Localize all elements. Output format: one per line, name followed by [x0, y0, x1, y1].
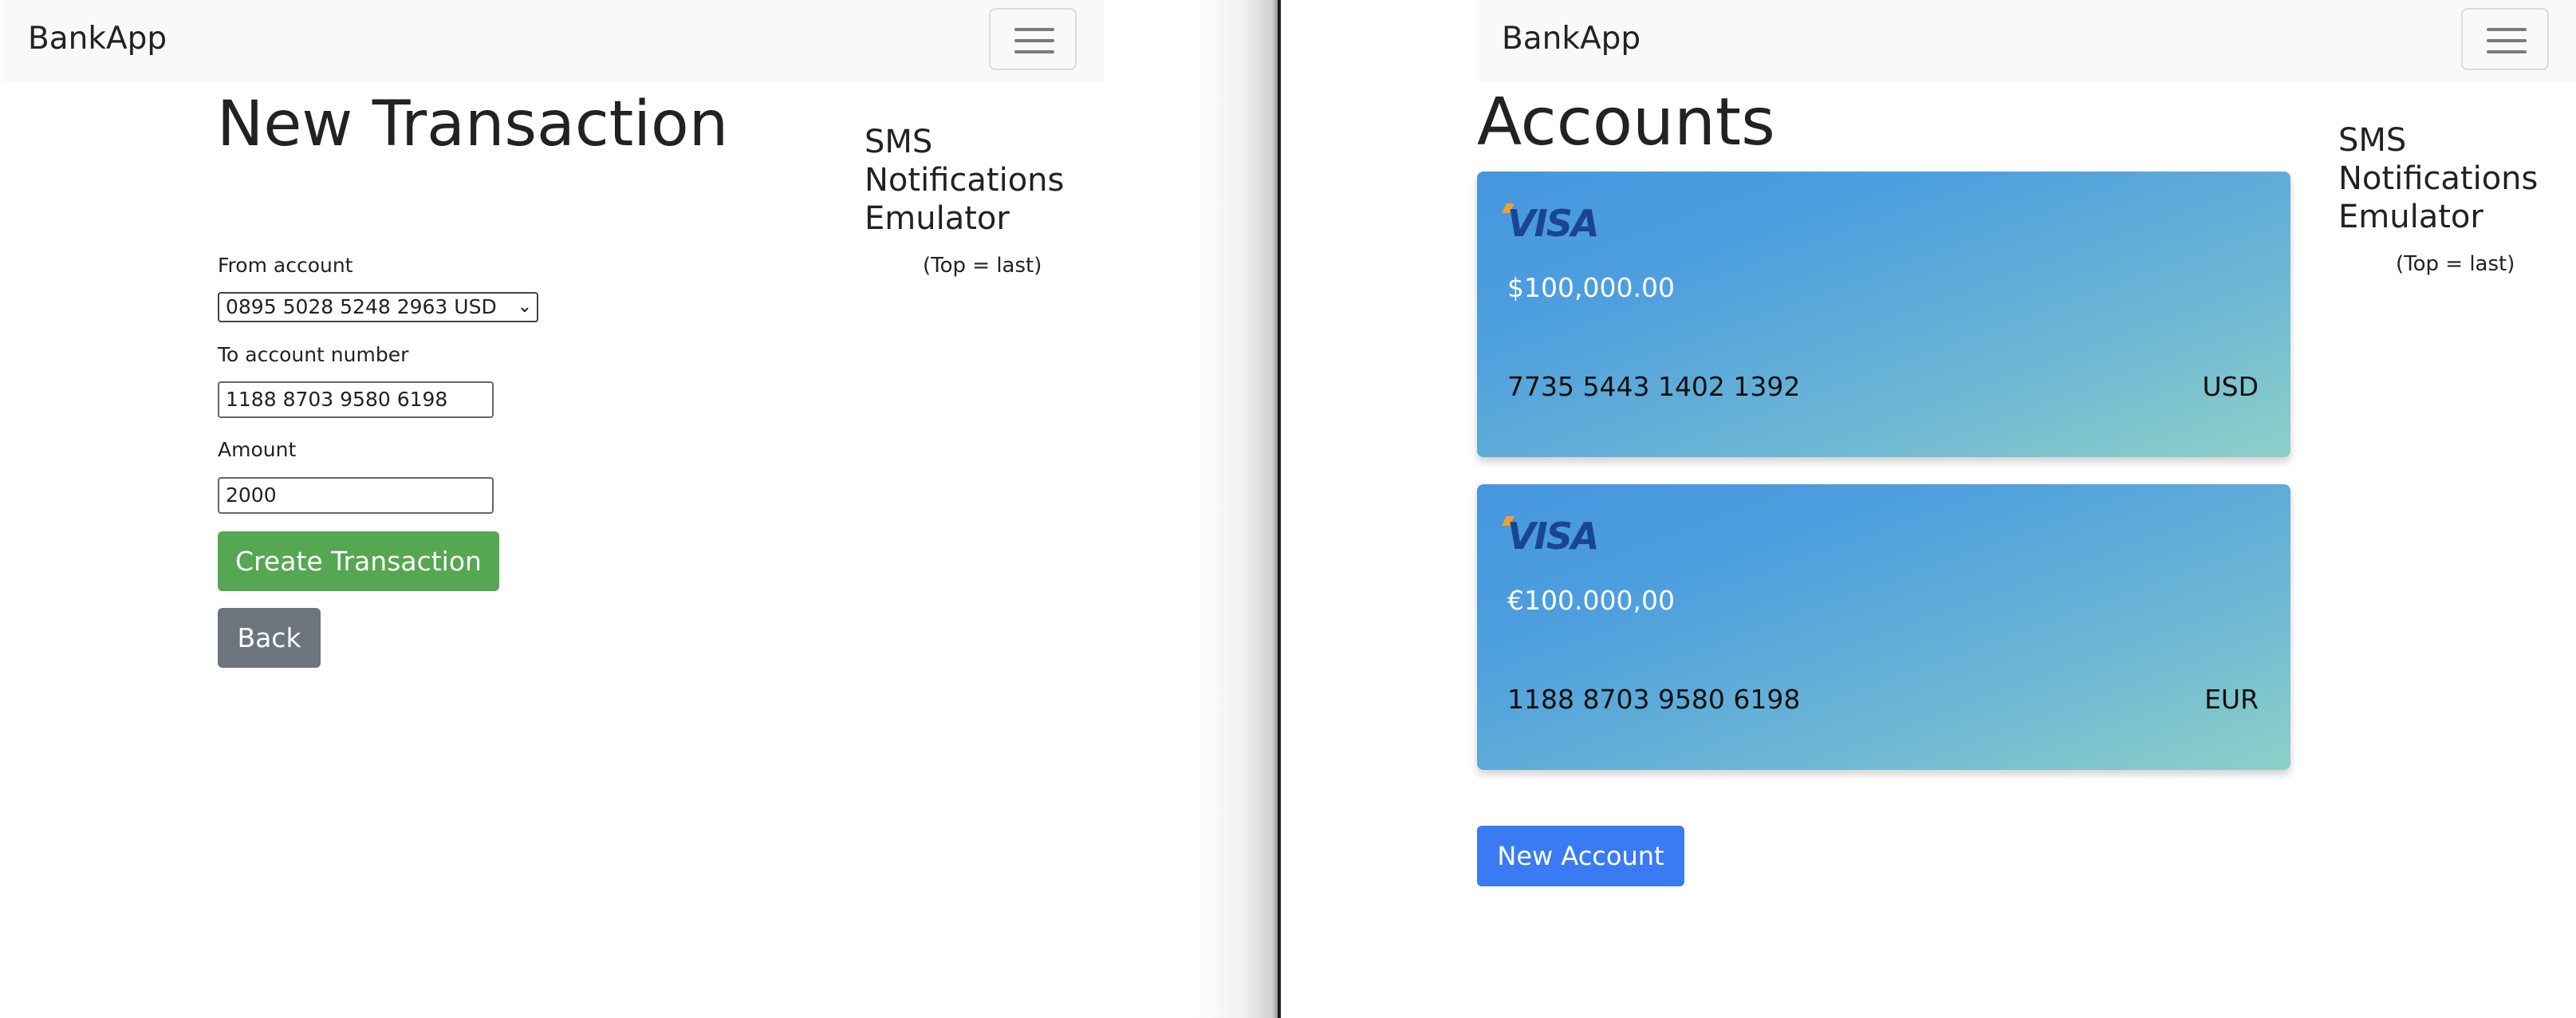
account-card[interactable]: VISA €100.000,00 1188 8703 9580 6198 EUR: [1477, 484, 2290, 770]
accounts-window: BankApp Accounts VISA $100,000.00 7735 5…: [1281, 0, 2576, 1018]
window-gap: [1105, 0, 1279, 1018]
sms-emulator-subtitle: (Top = last): [2396, 252, 2515, 276]
sms-emulator-title: SMS Notifications Emulator: [2338, 122, 2539, 235]
account-balance: $100,000.00: [1507, 272, 1675, 303]
from-account-select[interactable]: 0895 5028 5248 2963 USD ⌄: [218, 292, 538, 322]
from-account-label: From account: [218, 254, 353, 277]
screenshot-stage: BankApp New Transaction From account 089…: [0, 0, 2576, 1018]
amount-label: Amount: [218, 438, 297, 461]
sms-emulator-subtitle: (Top = last): [923, 254, 1042, 278]
new-transaction-window: BankApp New Transaction From account 089…: [0, 0, 1105, 1018]
navbar-toggler-button[interactable]: [989, 8, 1077, 70]
chevron-down-icon: ⌄: [517, 297, 532, 317]
navbar-toggler-button[interactable]: [2461, 8, 2549, 70]
to-account-label: To account number: [218, 343, 409, 366]
account-currency: USD: [2202, 371, 2259, 402]
to-account-input[interactable]: 1188 8703 9580 6198: [218, 381, 494, 418]
account-number: 1188 8703 9580 6198: [1507, 684, 1801, 715]
page-title: Accounts: [1477, 85, 1775, 160]
account-card[interactable]: VISA $100,000.00 7735 5443 1402 1392 USD: [1477, 172, 2290, 457]
visa-logo-icon: VISA: [1507, 202, 1599, 245]
back-button[interactable]: Back: [218, 608, 321, 668]
visa-logo-icon: VISA: [1507, 515, 1599, 558]
account-currency: EUR: [2204, 684, 2259, 715]
account-balance: €100.000,00: [1507, 585, 1675, 616]
from-account-value: 0895 5028 5248 2963 USD: [226, 295, 497, 318]
page-title: New Transaction: [217, 89, 729, 160]
account-number: 7735 5443 1402 1392: [1507, 371, 1801, 402]
navbar: BankApp: [1477, 0, 2576, 81]
new-account-button[interactable]: New Account: [1477, 826, 1684, 886]
navbar-brand[interactable]: BankApp: [28, 21, 167, 57]
amount-input[interactable]: 2000: [218, 477, 494, 514]
navbar: BankApp: [3, 0, 1104, 81]
navbar-brand[interactable]: BankApp: [1502, 21, 1641, 57]
sms-emulator-title: SMS Notifications Emulator: [865, 124, 1065, 237]
create-transaction-button[interactable]: Create Transaction: [218, 531, 499, 591]
